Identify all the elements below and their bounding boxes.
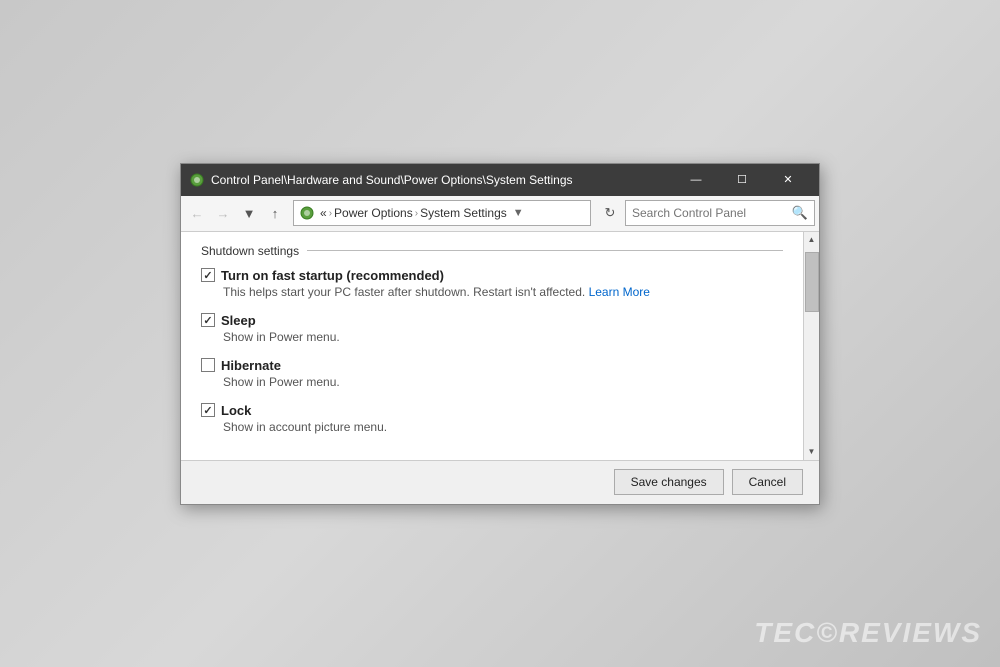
forward-button[interactable]: → xyxy=(211,201,235,225)
section-label: Shutdown settings xyxy=(201,244,299,258)
window-title: Control Panel\Hardware and Sound\Power O… xyxy=(211,173,673,187)
lock-desc: Show in account picture menu. xyxy=(223,420,783,434)
checkbox-sleep[interactable] xyxy=(201,313,215,327)
address-icon xyxy=(300,205,316,221)
breadcrumb-separator-0: › xyxy=(329,208,332,219)
toolbar: ← → ▼ ↑ « › Power Options › System Setti… xyxy=(181,196,819,232)
scroll-down-arrow[interactable]: ▼ xyxy=(804,444,820,460)
cancel-button[interactable]: Cancel xyxy=(732,469,803,495)
refresh-button[interactable]: ↻ xyxy=(597,200,623,226)
close-button[interactable]: ✕ xyxy=(765,164,811,196)
search-box: 🔍 xyxy=(625,200,815,226)
setting-hibernate: Hibernate Show in Power menu. xyxy=(201,358,783,389)
scrollbar[interactable]: ▲ ▼ xyxy=(803,232,819,460)
address-dropdown-button[interactable]: ▼ xyxy=(511,207,526,219)
window: Control Panel\Hardware and Sound\Power O… xyxy=(180,163,820,505)
breadcrumb-system-settings[interactable]: System Settings xyxy=(420,206,507,220)
setting-sleep: Sleep Show in Power menu. xyxy=(201,313,783,344)
window-controls: — ☐ ✕ xyxy=(673,164,811,196)
sleep-label: Sleep xyxy=(221,313,256,328)
up-button[interactable]: ↑ xyxy=(263,201,287,225)
checkbox-lock[interactable] xyxy=(201,403,215,417)
search-icon: 🔍 xyxy=(792,205,808,221)
breadcrumb: « › Power Options › System Settings xyxy=(320,206,507,220)
checkbox-fast-startup[interactable] xyxy=(201,268,215,282)
breadcrumb-separator-1: › xyxy=(415,208,418,219)
setting-fast-startup: Turn on fast startup (recommended) This … xyxy=(201,268,783,299)
footer: Save changes Cancel xyxy=(181,460,819,504)
minimize-button[interactable]: — xyxy=(673,164,719,196)
scroll-up-arrow[interactable]: ▲ xyxy=(804,232,820,248)
window-icon xyxy=(189,172,205,188)
content-wrapper: Shutdown settings Turn on fast startup (… xyxy=(181,232,819,460)
content-area: Shutdown settings Turn on fast startup (… xyxy=(181,232,803,460)
checkbox-hibernate[interactable] xyxy=(201,358,215,372)
address-bar: « › Power Options › System Settings ▼ xyxy=(293,200,591,226)
fast-startup-desc: This helps start your PC faster after sh… xyxy=(223,285,783,299)
maximize-button[interactable]: ☐ xyxy=(719,164,765,196)
dropdown-button[interactable]: ▼ xyxy=(237,201,261,225)
fast-startup-label: Turn on fast startup (recommended) xyxy=(221,268,444,283)
back-button[interactable]: ← xyxy=(185,201,209,225)
hibernate-label: Hibernate xyxy=(221,358,281,373)
search-input[interactable] xyxy=(632,206,788,220)
lock-label: Lock xyxy=(221,403,251,418)
scroll-thumb[interactable] xyxy=(805,252,819,312)
setting-lock: Lock Show in account picture menu. xyxy=(201,403,783,434)
save-button[interactable]: Save changes xyxy=(614,469,724,495)
breadcrumb-more: « xyxy=(320,206,327,220)
sleep-desc: Show in Power menu. xyxy=(223,330,783,344)
breadcrumb-power-options[interactable]: Power Options xyxy=(334,206,413,220)
watermark: TEC©REVIEWS xyxy=(754,617,982,649)
title-bar: Control Panel\Hardware and Sound\Power O… xyxy=(181,164,819,196)
hibernate-desc: Show in Power menu. xyxy=(223,375,783,389)
learn-more-link[interactable]: Learn More xyxy=(589,285,650,299)
section-header: Shutdown settings xyxy=(201,244,783,258)
